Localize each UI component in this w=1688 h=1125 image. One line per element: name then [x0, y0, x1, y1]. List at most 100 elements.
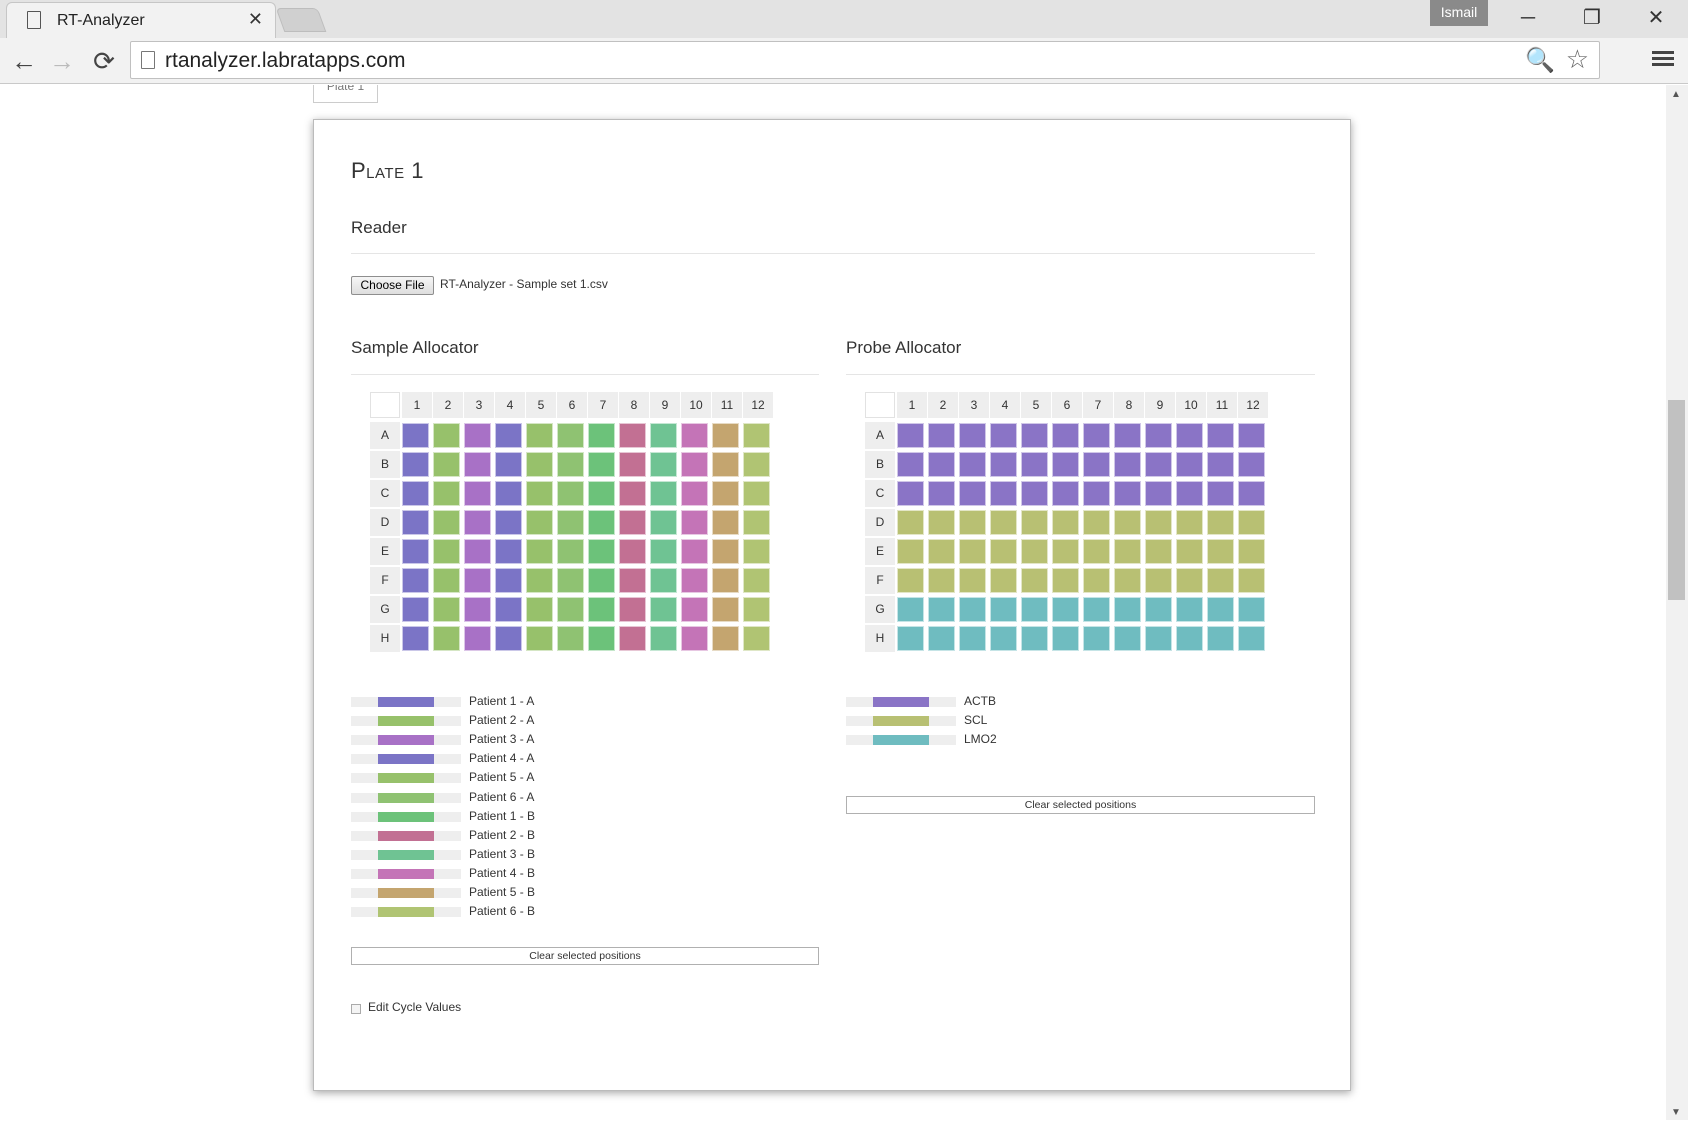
plate-well[interactable] — [1114, 568, 1141, 593]
plate-well[interactable] — [526, 510, 553, 535]
plate-well[interactable] — [1114, 423, 1141, 448]
plate-well[interactable] — [1176, 597, 1203, 622]
plate-well[interactable] — [557, 423, 584, 448]
plate-well[interactable] — [557, 481, 584, 506]
plate-well[interactable] — [1114, 626, 1141, 651]
sample-legend-item[interactable]: Patient 1 - A — [351, 692, 651, 712]
column-header[interactable]: 11 — [1207, 392, 1237, 418]
plate-well[interactable] — [897, 568, 924, 593]
row-header[interactable]: B — [865, 451, 895, 478]
plate-well[interactable] — [1176, 510, 1203, 535]
plate-well[interactable] — [464, 626, 491, 651]
plate-well[interactable] — [464, 597, 491, 622]
plate-well[interactable] — [1145, 539, 1172, 564]
column-header[interactable]: 2 — [928, 392, 958, 418]
plate-well[interactable] — [619, 597, 646, 622]
plate-well[interactable] — [1052, 510, 1079, 535]
plate-well[interactable] — [743, 452, 770, 477]
plate-well[interactable] — [928, 626, 955, 651]
column-header[interactable]: 12 — [743, 392, 773, 418]
plate-well[interactable] — [959, 597, 986, 622]
probe-legend-item[interactable]: ACTB — [846, 692, 1146, 712]
column-header[interactable]: 3 — [464, 392, 494, 418]
plate-well[interactable] — [959, 539, 986, 564]
plate-well[interactable] — [990, 510, 1017, 535]
plate-well[interactable] — [1114, 539, 1141, 564]
page-info-icon[interactable] — [141, 51, 155, 69]
sample-legend-item[interactable]: Patient 3 - A — [351, 730, 651, 750]
scrollbar-thumb[interactable] — [1668, 400, 1685, 600]
plate-well[interactable] — [402, 568, 429, 593]
plate-well[interactable] — [959, 423, 986, 448]
plate-well[interactable] — [1083, 481, 1110, 506]
row-header[interactable]: G — [370, 596, 400, 623]
plate-well[interactable] — [1083, 539, 1110, 564]
plate-well[interactable] — [557, 597, 584, 622]
plate-well[interactable] — [712, 452, 739, 477]
plate-well[interactable] — [495, 568, 522, 593]
plate-well[interactable] — [402, 597, 429, 622]
row-header[interactable]: C — [865, 480, 895, 507]
restore-icon[interactable]: ❐ — [1572, 4, 1612, 32]
plate-well[interactable] — [619, 626, 646, 651]
column-header[interactable]: 11 — [712, 392, 742, 418]
row-header[interactable]: G — [865, 596, 895, 623]
plate-well[interactable] — [1145, 423, 1172, 448]
row-header[interactable]: B — [370, 451, 400, 478]
plate-well[interactable] — [1145, 481, 1172, 506]
plate-well[interactable] — [1238, 510, 1265, 535]
plate-well[interactable] — [464, 510, 491, 535]
plate-well[interactable] — [712, 568, 739, 593]
plate-well[interactable] — [402, 626, 429, 651]
plate-tab[interactable]: Plate 1 — [313, 85, 378, 103]
plate-well[interactable] — [743, 510, 770, 535]
plate-well[interactable] — [650, 423, 677, 448]
new-tab-button[interactable] — [275, 8, 327, 32]
row-header[interactable]: F — [865, 567, 895, 594]
column-header[interactable]: 3 — [959, 392, 989, 418]
column-header[interactable]: 10 — [1176, 392, 1206, 418]
choose-file-button[interactable]: Choose File — [351, 276, 434, 295]
plate-well[interactable] — [1021, 568, 1048, 593]
plate-well[interactable] — [588, 539, 615, 564]
plate-well[interactable] — [681, 423, 708, 448]
plate-well[interactable] — [464, 423, 491, 448]
row-header[interactable]: C — [370, 480, 400, 507]
plate-well[interactable] — [959, 568, 986, 593]
sample-legend-item[interactable]: Patient 4 - A — [351, 749, 651, 769]
plate-well[interactable] — [959, 452, 986, 477]
plate-well[interactable] — [928, 510, 955, 535]
column-header[interactable]: 5 — [1021, 392, 1051, 418]
plate-well[interactable] — [1052, 481, 1079, 506]
plate-well[interactable] — [959, 626, 986, 651]
plate-well[interactable] — [1083, 568, 1110, 593]
plate-well[interactable] — [557, 626, 584, 651]
plate-well[interactable] — [495, 423, 522, 448]
plate-well[interactable] — [557, 510, 584, 535]
plate-well[interactable] — [1021, 481, 1048, 506]
plate-well[interactable] — [1052, 423, 1079, 448]
plate-well[interactable] — [897, 539, 924, 564]
row-header[interactable]: F — [370, 567, 400, 594]
plate-well[interactable] — [619, 452, 646, 477]
plate-well[interactable] — [959, 510, 986, 535]
plate-well[interactable] — [402, 510, 429, 535]
sample-legend-item[interactable]: Patient 6 - A — [351, 788, 651, 808]
clear-sample-positions-button[interactable]: Clear selected positions — [351, 947, 819, 965]
plate-well[interactable] — [1207, 481, 1234, 506]
plate-well[interactable] — [402, 423, 429, 448]
plate-well[interactable] — [897, 626, 924, 651]
plate-well[interactable] — [743, 423, 770, 448]
row-header[interactable]: D — [865, 509, 895, 536]
column-header[interactable]: 8 — [619, 392, 649, 418]
scrollbar[interactable]: ▲ ▼ — [1666, 85, 1688, 1120]
plate-well[interactable] — [495, 539, 522, 564]
plate-well[interactable] — [897, 481, 924, 506]
plate-well[interactable] — [526, 481, 553, 506]
column-header[interactable]: 6 — [557, 392, 587, 418]
plate-well[interactable] — [712, 539, 739, 564]
plate-well[interactable] — [464, 452, 491, 477]
sample-legend-item[interactable]: Patient 3 - B — [351, 845, 651, 865]
plate-well[interactable] — [650, 539, 677, 564]
plate-well[interactable] — [402, 452, 429, 477]
